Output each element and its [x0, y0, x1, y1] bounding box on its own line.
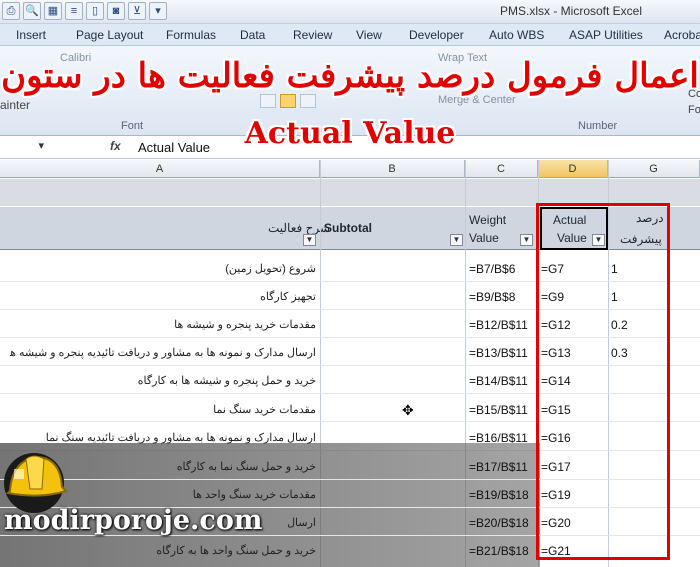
activity-cell[interactable]: خرید و حمل پنجره و شیشه ها به کارگاه: [10, 374, 316, 387]
filter-dropdown-icon[interactable]: ▼: [450, 234, 463, 246]
active-cell-border: [540, 207, 608, 250]
tab-data[interactable]: Data: [240, 28, 265, 42]
activity-cell[interactable]: تجهیز کارگاه: [10, 290, 316, 303]
weight-header-line1[interactable]: Weight: [469, 213, 506, 227]
ribbon-tabs: Insert Page Layout Formulas Data Review …: [0, 24, 700, 46]
new-document-icon[interactable]: ▯: [86, 2, 104, 20]
tab-asap-utilities[interactable]: ASAP Utilities: [569, 28, 643, 42]
filter-dropdown-icon[interactable]: ▼: [520, 234, 533, 246]
tab-auto-wbs[interactable]: Auto WBS: [489, 28, 544, 42]
weight-cell[interactable]: =B13/B$11: [469, 346, 528, 360]
print-preview-icon[interactable]: 🔍: [23, 2, 41, 20]
weight-cell[interactable]: =B15/B$11: [469, 403, 528, 417]
filter-icon[interactable]: ⊻: [128, 2, 146, 20]
grouping-band: [0, 179, 700, 206]
tab-insert[interactable]: Insert: [16, 28, 46, 42]
activity-cell[interactable]: ارسال مدارک و نمونه ها به مشاور و دریافت…: [10, 346, 316, 359]
tab-page-layout[interactable]: Page Layout: [76, 28, 143, 42]
overlay-title-english: Actual Value: [244, 116, 456, 151]
column-header-b[interactable]: B: [320, 160, 465, 178]
activity-cell[interactable]: مقدمات خرید پنجره و شیشه ها: [10, 318, 316, 331]
print-icon[interactable]: ⎙: [2, 2, 20, 20]
weight-cell[interactable]: =B17/B$11: [469, 460, 528, 474]
format-painter-label[interactable]: ainter: [0, 98, 30, 112]
tab-view[interactable]: View: [356, 28, 382, 42]
column-header-a[interactable]: A: [0, 160, 320, 178]
activity-cell[interactable]: مقدمات خرید سنگ نما: [10, 403, 316, 416]
weight-cell[interactable]: =B12/B$11: [469, 318, 528, 332]
camera-icon[interactable]: ◙: [107, 2, 125, 20]
grid-icon[interactable]: ▦: [44, 2, 62, 20]
tab-formulas[interactable]: Formulas: [166, 28, 216, 42]
activity-cell[interactable]: خرید و حمل سنگ واحد ها به کارگاه: [10, 544, 316, 557]
format-label[interactable]: Fo: [688, 104, 700, 116]
activity-cell[interactable]: شروع (تحویل زمین): [10, 262, 316, 275]
subtotal-header[interactable]: Subtotal: [324, 221, 372, 235]
weight-cell[interactable]: =B19/B$18: [469, 488, 529, 502]
overlay-title-persian: اعمال فرمول درصد پیشرفت فعالیت ها در ستو…: [1, 56, 699, 96]
tab-review[interactable]: Review: [293, 28, 332, 42]
window-title: PMS.xlsx - Microsoft Excel: [500, 4, 643, 18]
weight-cell[interactable]: =B20/B$18: [469, 516, 529, 530]
align-right-button[interactable]: [300, 94, 316, 108]
filter-dropdown-icon[interactable]: ▼: [303, 234, 316, 246]
weight-cell[interactable]: =B9/B$8: [469, 290, 515, 304]
tab-developer[interactable]: Developer: [409, 28, 464, 42]
column-header-c[interactable]: C: [465, 160, 538, 178]
column-header-g[interactable]: G: [608, 160, 700, 178]
quick-access-toolbar: ⎙ 🔍 ▦ ≡ ▯ ◙ ⊻ ▾: [2, 2, 167, 20]
highlight-box: [536, 203, 670, 560]
weight-cell[interactable]: =B21/B$18: [469, 544, 529, 558]
customize-toolbar-icon[interactable]: ▾: [149, 2, 167, 20]
weight-cell[interactable]: =B14/B$11: [469, 374, 528, 388]
column-header-d[interactable]: D: [538, 160, 608, 178]
align-left-button[interactable]: [260, 94, 276, 108]
tab-acrobat[interactable]: Acroba: [664, 28, 700, 42]
weight-cell[interactable]: =B7/B$6: [469, 262, 515, 276]
sort-icon[interactable]: ≡: [65, 2, 83, 20]
align-center-button[interactable]: [280, 94, 296, 108]
title-bar: ⎙ 🔍 ▦ ≡ ▯ ◙ ⊻ ▾ PMS.xlsx - Microsoft Exc…: [0, 0, 700, 24]
cell-cursor-icon: ✥: [402, 402, 414, 418]
watermark-text: modirporoje.com: [4, 505, 263, 536]
weight-header-line2[interactable]: Value: [469, 231, 499, 245]
